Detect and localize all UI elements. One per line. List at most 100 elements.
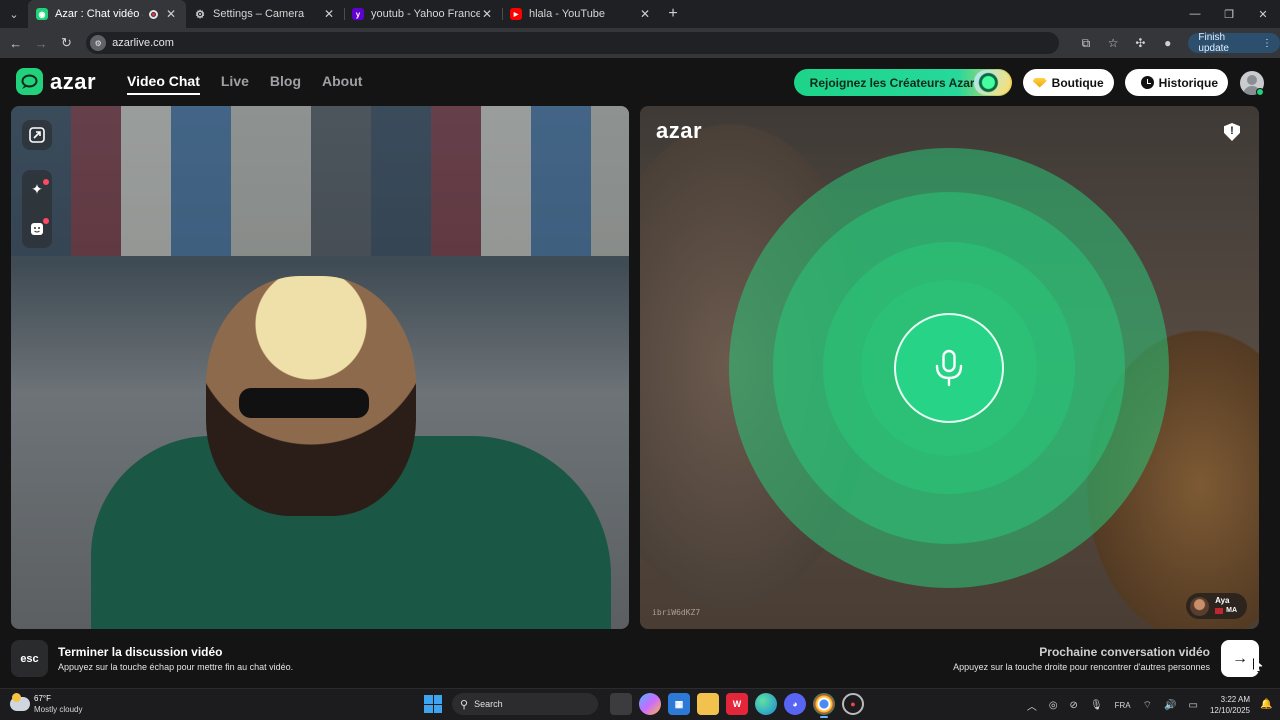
clock-date: 12/10/2025 xyxy=(1209,706,1250,715)
app-with-notification-icon[interactable]: ● xyxy=(842,693,864,715)
wifi-icon[interactable]: ⌔ xyxy=(1143,699,1152,712)
task-view-icon[interactable] xyxy=(610,693,632,715)
new-tab-plus-icon[interactable]: + xyxy=(660,5,686,23)
effects-group: ✦ xyxy=(22,170,52,248)
azar-page: azar Video Chat Live Blog About Rejoigne… xyxy=(0,58,1280,688)
microphone-button[interactable] xyxy=(894,313,1004,423)
recording-icon xyxy=(149,9,158,19)
notification-bell-icon[interactable]: 🔔 xyxy=(1260,699,1272,711)
profile-icon[interactable]: ● xyxy=(1157,32,1178,54)
system-tray: ︿ ◎ ⊘ 🎙 FRA ⌔ 🔊 ▭ 3:22 AM 12/10/2025 🔔 xyxy=(1021,693,1280,717)
finish-update-button[interactable]: Finish update ⋮ xyxy=(1188,32,1280,54)
bookmark-star-icon[interactable]: ☆ xyxy=(1103,32,1124,54)
tab-settings-camera[interactable]: ⚙ Settings – Camera ✕ xyxy=(186,0,344,28)
youtube-favicon-icon: ▶ xyxy=(510,8,522,20)
weather-widget[interactable]: 67°F Mostly cloudy xyxy=(10,693,82,715)
morocco-flag-icon xyxy=(1215,608,1224,614)
end-chat-title: Terminer la discussion vidéo xyxy=(58,645,223,659)
tab-yahoo[interactable]: y youtub - Yahoo France Résultat ✕ xyxy=(344,0,502,28)
sparkle-effects-button[interactable]: ✦ xyxy=(29,178,49,198)
cast-install-icon[interactable]: ⧉ xyxy=(1075,32,1096,54)
language-indicator[interactable]: FRA xyxy=(1115,701,1131,710)
reload-icon[interactable]: ↻ xyxy=(55,31,78,55)
tab-title: Settings – Camera xyxy=(213,8,305,20)
wps-office-icon[interactable]: W xyxy=(726,693,748,715)
extensions-puzzle-icon[interactable]: ✣ xyxy=(1130,32,1151,54)
tab-title: youtub - Yahoo France Résultat xyxy=(371,8,480,20)
site-info-icon[interactable]: ⚙ xyxy=(90,35,107,51)
face-mask-button[interactable] xyxy=(29,217,49,237)
diamond-gem-icon xyxy=(1032,77,1047,88)
logo-text: azar xyxy=(50,68,97,94)
tab-youtube[interactable]: ▶ hlala - YouTube ✕ xyxy=(502,0,660,28)
tab-close-icon[interactable]: ✕ xyxy=(480,7,494,21)
window-close-icon[interactable]: ✕ xyxy=(1246,0,1280,28)
tray-overflow-chevron-icon[interactable]: ︿ xyxy=(1027,698,1037,713)
report-shield-icon[interactable]: ! xyxy=(1224,123,1240,141)
chrome-icon[interactable] xyxy=(813,693,835,718)
kebab-menu-icon: ⋮ xyxy=(1261,37,1272,49)
mic-tray-icon[interactable]: 🎙 xyxy=(1090,700,1103,711)
tab-close-icon[interactable]: ✕ xyxy=(638,7,652,21)
join-creators-button[interactable]: Rejoignez les Créateurs Azar xyxy=(793,69,1012,96)
edge-icon[interactable] xyxy=(755,693,777,715)
new-badge-dot xyxy=(43,178,49,185)
nav-video-chat[interactable]: Video Chat xyxy=(127,73,200,95)
network-off-icon[interactable]: ⊘ xyxy=(1070,700,1078,711)
peer-profile-chip[interactable]: Aya MA xyxy=(1186,593,1247,619)
azar-logo[interactable]: azar xyxy=(16,68,96,95)
nav-live[interactable]: Live xyxy=(221,73,249,95)
shop-label: Boutique xyxy=(1051,75,1104,90)
restore-icon[interactable]: ❐ xyxy=(1212,0,1246,28)
sync-icon[interactable]: ◎ xyxy=(1049,700,1058,711)
nav-blog[interactable]: Blog xyxy=(270,73,301,95)
tab-search-chevron-icon[interactable]: ⌄ xyxy=(0,0,28,28)
finish-update-label: Finish update xyxy=(1198,32,1229,54)
azar-logo-icon xyxy=(16,68,43,95)
azar-favicon-icon: ◉ xyxy=(36,8,48,20)
yahoo-favicon-icon: y xyxy=(352,8,364,20)
clock-time: 3:22 AM xyxy=(1220,695,1250,704)
battery-icon[interactable]: ▭ xyxy=(1189,700,1198,711)
azar-watermark: azar xyxy=(656,118,703,143)
windows-taskbar: 67°F Mostly cloudy ⚲ Search ▦ W ◕ ● ︿ ◎ … xyxy=(0,688,1280,720)
copilot-icon[interactable] xyxy=(639,693,661,715)
face-mask-icon xyxy=(31,222,43,235)
tab-close-icon[interactable]: ✕ xyxy=(164,7,178,21)
resize-layout-button[interactable] xyxy=(22,120,52,150)
end-chat-esc-button[interactable]: esc xyxy=(11,640,48,677)
weather-description: Mostly cloudy xyxy=(34,705,83,714)
store-icon[interactable]: ▦ xyxy=(668,693,690,715)
history-button[interactable]: Historique xyxy=(1124,69,1228,96)
next-chat-title: Prochaine conversation vidéo xyxy=(1039,645,1210,659)
discord-icon[interactable]: ◕ xyxy=(784,693,806,715)
arrow-right-icon: → xyxy=(1232,649,1248,667)
end-chat-subtitle: Appuyez sur la touche échap pour mettre … xyxy=(58,662,294,672)
shop-button[interactable]: Boutique xyxy=(1022,69,1114,96)
url-omnibox[interactable]: ⚙ azarlive.com xyxy=(86,32,1060,54)
minimize-icon[interactable]: — xyxy=(1178,0,1212,28)
microphone-icon xyxy=(935,349,963,387)
address-bar: ← → ↻ ⚙ azarlive.com ⧉ ☆ ✣ ● Finish upda… xyxy=(0,28,1280,58)
back-arrow-icon[interactable]: ← xyxy=(4,31,27,55)
search-label: Search xyxy=(474,699,503,709)
forward-arrow-icon[interactable]: → xyxy=(29,31,52,55)
site-header: azar Video Chat Live Blog About Rejoigne… xyxy=(0,58,1280,106)
tab-azar[interactable]: ◉ Azar : Chat vidéo avec de n ✕ xyxy=(28,0,186,28)
tab-close-icon[interactable]: ✕ xyxy=(322,7,336,21)
taskbar-clock[interactable]: 3:22 AM 12/10/2025 xyxy=(1210,694,1250,716)
partly-cloudy-icon xyxy=(10,693,30,711)
online-status-dot xyxy=(1256,88,1264,96)
weather-temperature: 67°F xyxy=(34,694,51,703)
settings-gear-icon: ⚙ xyxy=(195,8,205,21)
search-icon: ⚲ xyxy=(460,698,469,711)
nav-about[interactable]: About xyxy=(322,73,362,95)
taskbar-search[interactable]: ⚲ Search xyxy=(452,693,598,715)
tab-title: Azar : Chat vidéo avec de n xyxy=(55,8,143,20)
main-nav: Video Chat Live Blog About xyxy=(127,73,383,95)
file-explorer-icon[interactable] xyxy=(697,693,719,715)
volume-icon[interactable]: 🔊 xyxy=(1164,700,1176,711)
browser-tab-bar: ⌄ ◉ Azar : Chat vidéo avec de n ✕ ⚙ Sett… xyxy=(0,0,1280,28)
peer-country-code: MA xyxy=(1226,607,1237,614)
windows-start-icon[interactable] xyxy=(424,695,442,713)
